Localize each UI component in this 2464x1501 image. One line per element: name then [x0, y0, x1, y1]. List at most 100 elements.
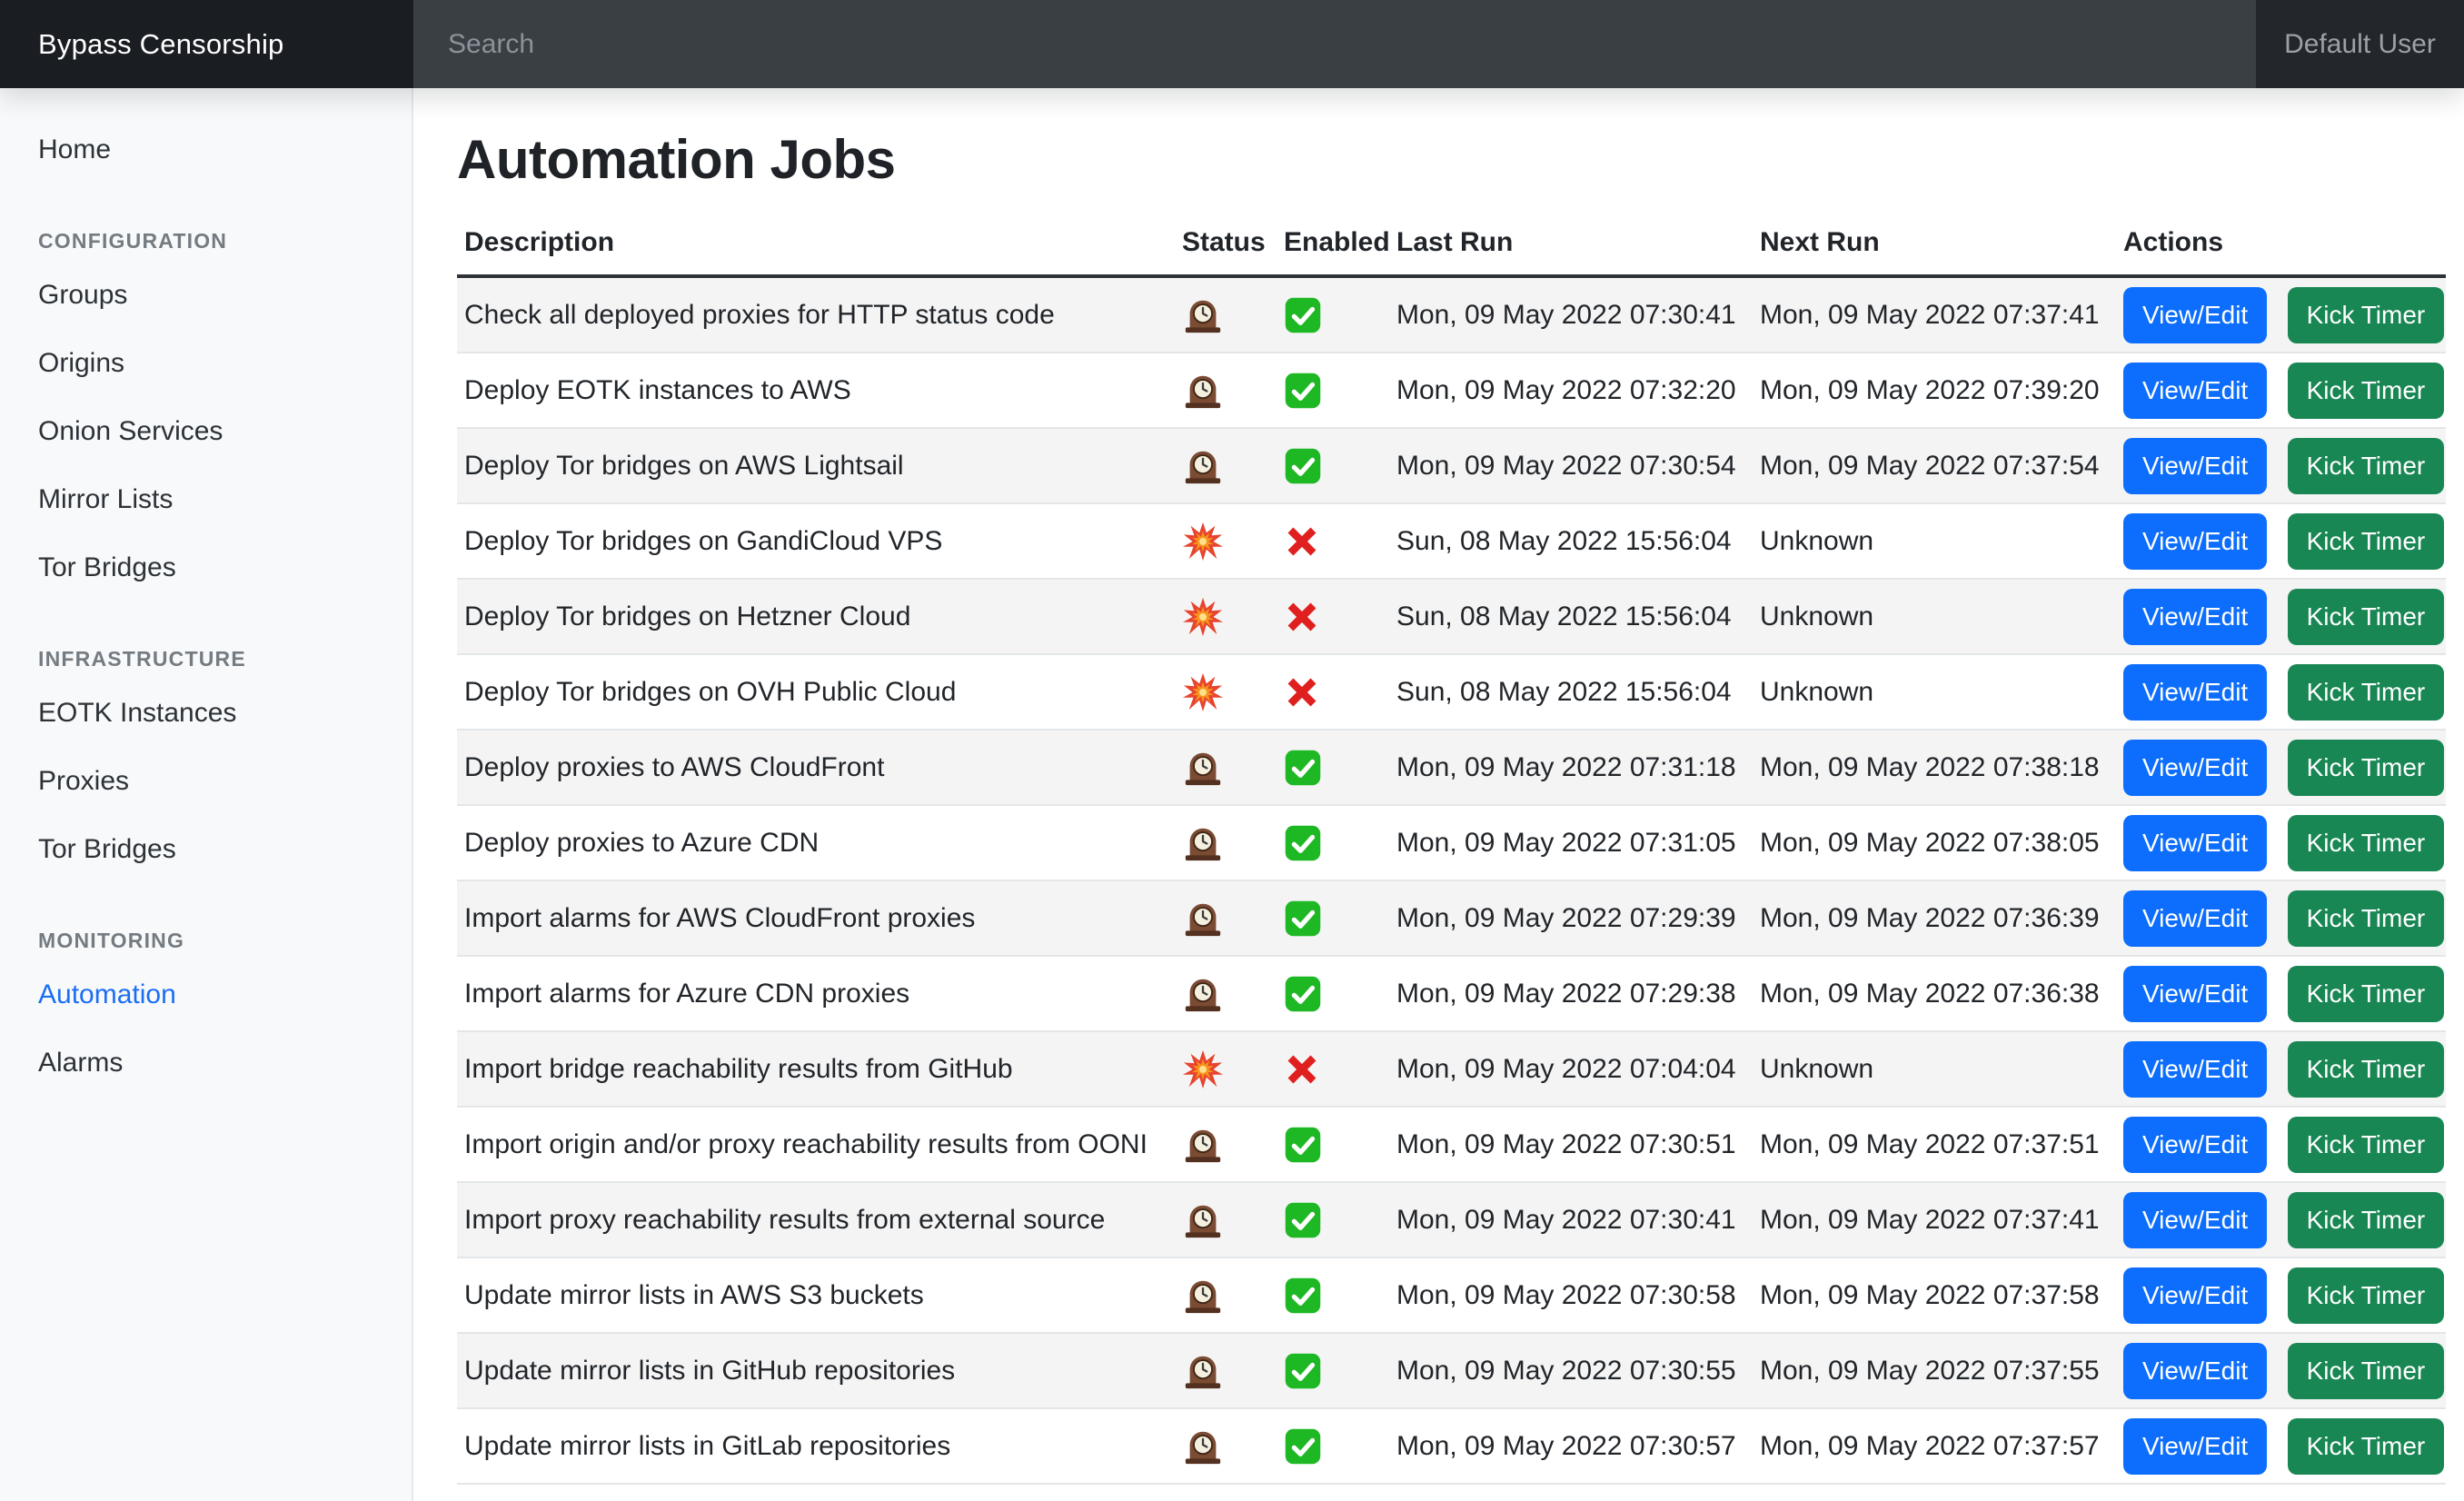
mantel-clock-icon [1182, 1124, 1224, 1166]
view-edit-button[interactable]: View/Edit [2123, 815, 2267, 871]
kick-timer-button[interactable]: Kick Timer [2288, 664, 2445, 721]
job-description: Deploy proxies to AWS CloudFront [464, 752, 884, 782]
brand-link[interactable]: Bypass Censorship [0, 0, 413, 88]
sidebar-section-heading-monitoring: MONITORING [0, 929, 412, 953]
job-description: Update mirror lists in GitHub repositori… [464, 1356, 955, 1386]
collision-icon [1182, 671, 1224, 713]
table-row: Import alarms for Azure CDN proxies [457, 956, 2446, 1031]
sidebar-section-heading-configuration: CONFIGURATION [0, 229, 412, 253]
kick-timer-button[interactable]: Kick Timer [2288, 740, 2445, 796]
job-last-run: Mon, 09 May 2022 07:29:38 [1389, 956, 1753, 1031]
sidebar-item-automation[interactable]: Automation [0, 960, 412, 1029]
top-navbar: Bypass Censorship Default User [0, 0, 2464, 88]
job-description: Deploy Tor bridges on OVH Public Cloud [464, 677, 956, 707]
kick-timer-button[interactable]: Kick Timer [2288, 890, 2445, 947]
job-description: Check all deployed proxies for HTTP stat… [464, 300, 1055, 330]
kick-timer-button[interactable]: Kick Timer [2288, 1418, 2445, 1475]
view-edit-button[interactable]: View/Edit [2123, 1192, 2267, 1248]
mantel-clock-icon [1182, 294, 1224, 336]
sidebar-item-home[interactable]: Home [0, 115, 412, 184]
table-row: Deploy Tor bridges on OVH Public Cloud [457, 654, 2446, 730]
job-next-run: Mon, 09 May 2022 07:38:05 [1753, 805, 2116, 880]
kick-timer-button[interactable]: Kick Timer [2288, 589, 2445, 645]
view-edit-button[interactable]: View/Edit [2123, 1343, 2267, 1399]
table-row: Deploy EOTK instances to AWS [457, 353, 2446, 428]
sidebar-nav: Home CONFIGURATION GroupsOriginsOnion Serv… [0, 88, 413, 1501]
view-edit-button[interactable]: View/Edit [2123, 1117, 2267, 1173]
check-mark-icon [1284, 1352, 1322, 1390]
kick-timer-button[interactable]: Kick Timer [2288, 1192, 2445, 1248]
sidebar-item-groups[interactable]: Groups [0, 261, 412, 329]
sidebar-item-tor-bridges[interactable]: Tor Bridges [0, 533, 412, 601]
job-last-run: Mon, 09 May 2022 07:29:39 [1389, 880, 1753, 956]
job-next-run: Mon, 09 May 2022 07:37:54 [1753, 428, 2116, 503]
sidebar-item-alarms[interactable]: Alarms [0, 1029, 412, 1097]
job-next-run: Unknown [1753, 654, 2116, 730]
kick-timer-button[interactable]: Kick Timer [2288, 1343, 2445, 1399]
sidebar-section-heading-infrastructure: INFRASTRUCTURE [0, 647, 412, 671]
table-row: Import proxy reachability results from e… [457, 1182, 2446, 1257]
sidebar-item-eotk-instances[interactable]: EOTK Instances [0, 679, 412, 747]
job-last-run: Sun, 08 May 2022 15:56:04 [1389, 654, 1753, 730]
view-edit-button[interactable]: View/Edit [2123, 966, 2267, 1022]
view-edit-button[interactable]: View/Edit [2123, 664, 2267, 721]
cross-mark-icon [1284, 674, 1320, 711]
kick-timer-button[interactable]: Kick Timer [2288, 513, 2445, 570]
job-next-run: Mon, 09 May 2022 07:37:58 [1753, 1257, 2116, 1333]
job-description: Import bridge reachability results from … [464, 1054, 1013, 1084]
check-mark-icon [1284, 372, 1322, 410]
jobs-table-body: Check all deployed proxies for HTTP stat… [457, 276, 2446, 1484]
view-edit-button[interactable]: View/Edit [2123, 1418, 2267, 1475]
main-layout: Home CONFIGURATION GroupsOriginsOnion Serv… [0, 88, 2464, 1501]
mantel-clock-icon [1182, 1199, 1224, 1241]
job-description: Update mirror lists in AWS S3 buckets [464, 1280, 924, 1310]
navbar-search-region [413, 0, 2256, 88]
column-header-actions: Actions [2116, 214, 2446, 276]
check-mark-icon [1284, 1201, 1322, 1239]
view-edit-button[interactable]: View/Edit [2123, 513, 2267, 570]
kick-timer-button[interactable]: Kick Timer [2288, 966, 2445, 1022]
job-last-run: Sun, 08 May 2022 15:56:04 [1389, 503, 1753, 579]
view-edit-button[interactable]: View/Edit [2123, 1041, 2267, 1098]
sidebar-item-tor-bridges[interactable]: Tor Bridges [0, 815, 412, 883]
kick-timer-button[interactable]: Kick Timer [2288, 363, 2445, 419]
view-edit-button[interactable]: View/Edit [2123, 1267, 2267, 1324]
user-menu-toggle[interactable]: Default User [2256, 0, 2464, 88]
table-row: Deploy proxies to Azure CDN [457, 805, 2446, 880]
view-edit-button[interactable]: View/Edit [2123, 363, 2267, 419]
sidebar-item-onion-services[interactable]: Onion Services [0, 397, 412, 465]
check-mark-icon [1284, 1126, 1322, 1164]
view-edit-button[interactable]: View/Edit [2123, 438, 2267, 494]
job-last-run: Mon, 09 May 2022 07:30:41 [1389, 276, 1753, 353]
view-edit-button[interactable]: View/Edit [2123, 890, 2267, 947]
mantel-clock-icon [1182, 898, 1224, 939]
view-edit-button[interactable]: View/Edit [2123, 589, 2267, 645]
kick-timer-button[interactable]: Kick Timer [2288, 438, 2445, 494]
mantel-clock-icon [1182, 1426, 1224, 1467]
job-description: Update mirror lists in GitLab repositori… [464, 1431, 950, 1461]
kick-timer-button[interactable]: Kick Timer [2288, 1041, 2445, 1098]
check-mark-icon [1284, 447, 1322, 485]
job-last-run: Mon, 09 May 2022 07:30:51 [1389, 1107, 1753, 1182]
cross-mark-icon [1284, 523, 1320, 560]
mantel-clock-icon [1182, 822, 1224, 864]
check-mark-icon [1284, 975, 1322, 1013]
sidebar-item-origins[interactable]: Origins [0, 329, 412, 397]
sidebar-item-proxies[interactable]: Proxies [0, 747, 412, 815]
kick-timer-button[interactable]: Kick Timer [2288, 1117, 2445, 1173]
column-header-enabled: Enabled [1277, 214, 1389, 276]
job-description: Deploy Tor bridges on Hetzner Cloud [464, 601, 910, 631]
column-header-last-run: Last Run [1389, 214, 1753, 276]
column-header-next-run: Next Run [1753, 214, 2116, 276]
search-input[interactable] [413, 0, 2256, 88]
mantel-clock-icon [1182, 445, 1224, 487]
job-next-run: Unknown [1753, 1031, 2116, 1107]
kick-timer-button[interactable]: Kick Timer [2288, 815, 2445, 871]
job-next-run: Mon, 09 May 2022 07:37:41 [1753, 276, 2116, 353]
sidebar-item-mirror-lists[interactable]: Mirror Lists [0, 465, 412, 533]
view-edit-button[interactable]: View/Edit [2123, 740, 2267, 796]
kick-timer-button[interactable]: Kick Timer [2288, 1267, 2445, 1324]
table-row: Deploy Tor bridges on Hetzner Cloud [457, 579, 2446, 654]
view-edit-button[interactable]: View/Edit [2123, 287, 2267, 343]
kick-timer-button[interactable]: Kick Timer [2288, 287, 2445, 343]
